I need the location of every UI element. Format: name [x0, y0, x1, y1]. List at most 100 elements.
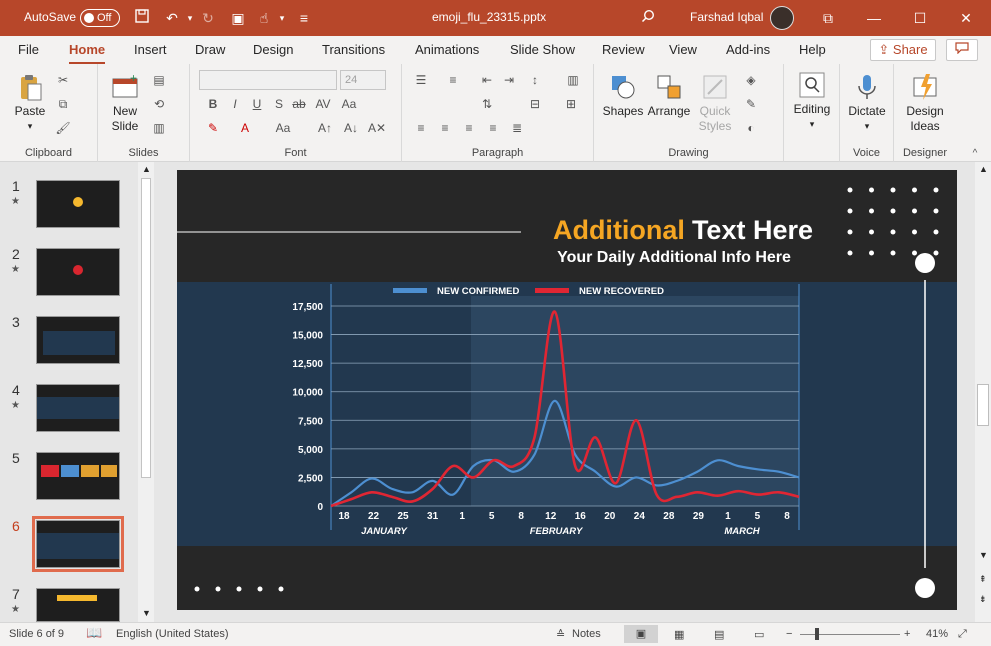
text-direction-icon[interactable]: ⇅ — [478, 96, 496, 112]
character-spacing-icon[interactable]: AV — [314, 96, 332, 112]
slide-sorter-icon[interactable]: ▦ — [674, 628, 684, 641]
tab-animations[interactable]: Animations — [415, 42, 479, 57]
ribbon-display-options-icon[interactable]: ⧉ — [818, 8, 838, 28]
thumbnail-scrollbar[interactable]: ▲ ▼ — [138, 162, 154, 622]
format-painter-icon[interactable]: 🖌 — [54, 120, 72, 136]
increase-indent-icon[interactable]: ⇥ — [500, 72, 518, 88]
decrease-indent-icon[interactable]: ⇤ — [478, 72, 496, 88]
slide-thumbnail-3[interactable] — [36, 316, 120, 364]
arrange-button[interactable]: Arrange — [646, 72, 692, 119]
underline-icon[interactable]: U — [248, 96, 266, 112]
align-text-icon[interactable]: ⊟ — [526, 96, 544, 112]
tab-draw[interactable]: Draw — [195, 42, 225, 57]
section-icon[interactable]: ▥ — [150, 120, 168, 136]
decrease-font-icon[interactable]: A↓ — [342, 120, 360, 136]
font-size-combo[interactable]: 24 — [340, 70, 386, 90]
scroll-down-icon[interactable]: ▼ — [979, 550, 988, 560]
editing-dropdown-icon[interactable]: ▾ — [788, 117, 836, 132]
dictate-dropdown-icon[interactable]: ▾ — [844, 119, 890, 134]
strikethrough-icon[interactable]: ab — [290, 96, 308, 112]
close-icon[interactable]: ✕ — [956, 8, 976, 28]
save-icon[interactable] — [132, 8, 152, 28]
previous-slide-icon[interactable]: ⇞ — [979, 574, 987, 585]
zoom-slider-thumb[interactable] — [815, 628, 819, 640]
zoom-in-icon[interactable]: + — [904, 628, 910, 640]
new-slide-button[interactable]: + New Slide — [104, 72, 146, 134]
undo-icon[interactable]: ↶ — [162, 8, 182, 28]
slide-thumbnail-1[interactable] — [36, 180, 120, 228]
tab-transitions[interactable]: Transitions — [322, 42, 385, 57]
slide-show-icon[interactable]: ▭ — [754, 628, 764, 641]
tab-add-ins[interactable]: Add-ins — [726, 42, 770, 57]
design-ideas-button[interactable]: Design Ideas — [900, 72, 950, 134]
paste-button[interactable]: Paste ▾ — [10, 72, 50, 134]
bullets-icon[interactable]: ☰ — [412, 72, 430, 88]
align-right-icon[interactable]: ≡ — [460, 120, 478, 136]
maximize-icon[interactable]: ☐ — [910, 8, 930, 28]
scroll-up-icon[interactable]: ▲ — [142, 164, 151, 174]
tab-view[interactable]: View — [669, 42, 697, 57]
collapse-ribbon-icon[interactable]: ^ — [966, 146, 984, 162]
tab-help[interactable]: Help — [799, 42, 826, 57]
shadow-icon[interactable]: S — [270, 96, 288, 112]
distributed-icon[interactable]: ≣ — [508, 120, 526, 136]
touch-mode-icon[interactable]: ☝ — [254, 8, 274, 28]
scroll-up-icon[interactable]: ▲ — [979, 164, 988, 174]
share-button[interactable]: ⇪ Share — [870, 39, 936, 61]
numbering-icon[interactable]: ≡ — [444, 72, 462, 88]
scroll-thumb[interactable] — [141, 178, 151, 478]
slide-thumbnail-7[interactable] — [36, 588, 120, 622]
justify-icon[interactable]: ≡ — [484, 120, 502, 136]
search-icon[interactable] — [638, 8, 658, 28]
shapes-button[interactable]: Shapes — [602, 72, 644, 119]
scroll-thumb[interactable] — [977, 384, 989, 426]
change-case-icon[interactable]: Aa — [340, 96, 358, 112]
paste-dropdown-icon[interactable]: ▾ — [10, 119, 50, 134]
smartart-icon[interactable]: ⊞ — [562, 96, 580, 112]
redo-icon[interactable]: ↻ — [198, 8, 218, 28]
slide-thumbnail-2[interactable] — [36, 248, 120, 296]
autosave-toggle[interactable]: Off — [80, 9, 120, 27]
line-spacing-icon[interactable]: ↕ — [526, 72, 544, 88]
next-slide-icon[interactable]: ⇟ — [979, 594, 987, 605]
slide-thumbnail-4[interactable] — [36, 384, 120, 432]
notes-icon[interactable]: ≙ — [556, 628, 565, 641]
normal-view-icon[interactable]: ▣ — [624, 625, 658, 643]
change-case-aa-icon[interactable]: Aa — [274, 120, 292, 136]
tab-design[interactable]: Design — [253, 42, 293, 57]
user-avatar[interactable] — [770, 6, 794, 30]
tab-home[interactable]: Home — [69, 42, 106, 65]
zoom-out-icon[interactable]: − — [786, 628, 792, 640]
tab-insert[interactable]: Insert — [134, 42, 167, 57]
reset-icon[interactable]: ⟲ — [150, 96, 168, 112]
increase-font-icon[interactable]: A↑ — [316, 120, 334, 136]
align-left-icon[interactable]: ≡ — [412, 120, 430, 136]
font-name-combo[interactable] — [199, 70, 337, 90]
minimize-icon[interactable]: — — [864, 8, 884, 28]
editing-button[interactable]: Editing ▾ — [788, 70, 836, 132]
font-color-icon[interactable]: A — [236, 120, 254, 136]
quick-styles-button[interactable]: Quick Styles — [694, 72, 736, 134]
copy-icon[interactable]: ⧉ — [54, 96, 72, 112]
spell-check-icon[interactable]: 📖 — [86, 625, 102, 641]
cut-icon[interactable]: ✂ — [54, 72, 72, 88]
customize-toolbar-icon[interactable]: ≡ — [294, 8, 314, 28]
tab-review[interactable]: Review — [602, 42, 645, 57]
shape-fill-icon[interactable]: ◈ — [742, 72, 760, 88]
slide-scrollbar[interactable]: ▲ ▼ ⇞ ⇟ — [975, 162, 991, 622]
present-from-start-icon[interactable]: ▣ — [228, 8, 248, 28]
scroll-down-icon[interactable]: ▼ — [142, 608, 151, 618]
zoom-level[interactable]: 41% — [926, 628, 948, 640]
highlight-icon[interactable]: ✎ — [204, 120, 222, 136]
columns-icon[interactable]: ▥ — [564, 72, 582, 88]
clear-formatting-icon[interactable]: A✕ — [368, 120, 386, 136]
shape-effects-icon[interactable]: ◐ — [742, 120, 760, 136]
current-slide[interactable]: Additional Text Here Your Daily Additiona… — [177, 170, 957, 610]
comments-button[interactable] — [946, 39, 978, 61]
tab-file[interactable]: File — [18, 42, 39, 57]
tab-slide-show[interactable]: Slide Show — [510, 42, 575, 57]
undo-dropdown-icon[interactable]: ▾ — [180, 8, 200, 28]
language-label[interactable]: English (United States) — [116, 628, 229, 640]
layout-icon[interactable]: ▤ — [150, 72, 168, 88]
italic-icon[interactable]: I — [226, 96, 244, 112]
